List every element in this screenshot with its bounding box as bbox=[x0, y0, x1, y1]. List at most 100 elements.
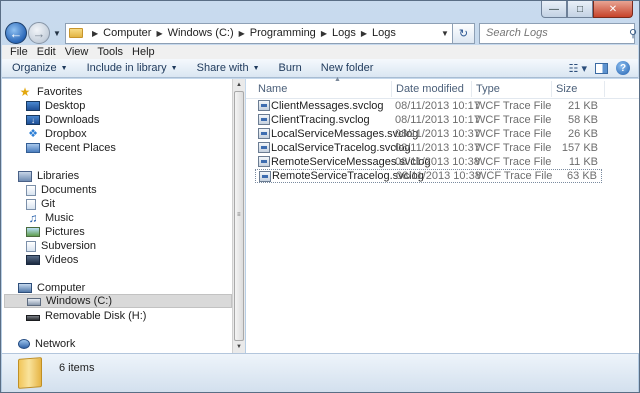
file-row[interactable]: LocalServiceTracelog.svclog 08/11/2013 1… bbox=[255, 141, 602, 155]
folder-icon bbox=[18, 357, 42, 389]
organize-button[interactable]: Organize ▼ bbox=[12, 62, 68, 74]
file-row[interactable]: ClientMessages.svclog 08/11/2013 10:17 W… bbox=[255, 99, 602, 113]
svclog-file-icon bbox=[258, 114, 270, 125]
svclog-file-icon bbox=[258, 128, 270, 139]
scroll-thumb[interactable]: ≡ bbox=[234, 91, 244, 341]
computer-icon bbox=[18, 283, 32, 293]
menu-help[interactable]: Help bbox=[132, 46, 155, 58]
chevron-down-icon: ▼ bbox=[60, 64, 68, 72]
file-size: 11 KB bbox=[568, 156, 598, 168]
refresh-button[interactable]: ↻ bbox=[453, 22, 475, 44]
scroll-up-icon[interactable]: ▲ bbox=[233, 79, 245, 91]
dropbox-icon: ❖ bbox=[28, 128, 38, 140]
close-button[interactable]: ✕ bbox=[593, 1, 633, 18]
preview-pane-icon[interactable] bbox=[595, 62, 608, 74]
nav-scrollbar[interactable]: ▲ ≡ ▼ bbox=[232, 79, 245, 353]
file-date: 08/11/2013 10:38 bbox=[395, 156, 480, 168]
new-folder-button[interactable]: New folder bbox=[321, 62, 374, 74]
share-with-button[interactable]: Share with ▼ bbox=[197, 62, 260, 74]
column-date-modified[interactable]: Date modified bbox=[396, 83, 464, 95]
search-input[interactable] bbox=[486, 27, 629, 39]
file-type: WCF Trace File bbox=[475, 156, 552, 168]
libraries-icon bbox=[18, 170, 32, 182]
search-box[interactable]: ⚲ bbox=[479, 22, 637, 44]
recent-pages-dropdown[interactable]: ▼ bbox=[51, 29, 63, 38]
file-size: 63 KB bbox=[567, 170, 597, 182]
column-size[interactable]: Size bbox=[556, 83, 577, 95]
nav-computer[interactable]: Computer bbox=[18, 281, 246, 295]
breadcrumb-programming[interactable]: Programming bbox=[250, 27, 316, 39]
file-row-focused[interactable]: RemoteServiceTracelog.svclog 08/11/2013 … bbox=[255, 169, 602, 183]
address-bar[interactable]: ▶ Computer ▶ Windows (C:) ▶ Programming … bbox=[65, 22, 453, 44]
downloads-icon: ↓ bbox=[26, 115, 40, 125]
burn-button[interactable]: Burn bbox=[279, 62, 302, 74]
file-row[interactable]: RemoteServiceMessages.svclog 08/11/2013 … bbox=[255, 155, 602, 169]
nav-music[interactable]: ♫ Music bbox=[26, 211, 254, 225]
column-divider[interactable] bbox=[391, 81, 392, 97]
address-dropdown-icon[interactable]: ▼ bbox=[438, 29, 452, 38]
minimize-button[interactable]: — bbox=[541, 1, 567, 18]
breadcrumb-logs[interactable]: Logs bbox=[332, 27, 356, 39]
nav-recent-places[interactable]: Recent Places bbox=[26, 141, 254, 155]
nav-libraries[interactable]: Libraries bbox=[18, 169, 246, 183]
breadcrumb-windows-c[interactable]: Windows (C:) bbox=[168, 27, 234, 39]
chevron-right-icon[interactable]: ▶ bbox=[156, 29, 162, 38]
file-row[interactable]: ClientTracing.svclog 08/11/2013 10:17 WC… bbox=[255, 113, 602, 127]
nav-pictures[interactable]: Pictures bbox=[26, 225, 254, 239]
menu-tools[interactable]: Tools bbox=[97, 46, 123, 58]
chevron-right-icon[interactable]: ▶ bbox=[361, 29, 367, 38]
file-type: WCF Trace File bbox=[475, 114, 552, 126]
svclog-file-icon bbox=[258, 100, 270, 111]
include-in-library-button[interactable]: Include in library ▼ bbox=[87, 62, 178, 74]
column-divider[interactable] bbox=[471, 81, 472, 97]
help-icon[interactable]: ? bbox=[616, 61, 630, 75]
chevron-right-icon[interactable]: ▶ bbox=[321, 29, 327, 38]
nav-subversion[interactable]: Subversion bbox=[26, 239, 254, 253]
nav-favorites[interactable]: ★ Favorites bbox=[18, 85, 246, 99]
nav-videos[interactable]: Videos bbox=[26, 253, 254, 267]
recent-places-icon bbox=[26, 143, 40, 153]
maximize-button[interactable]: □ bbox=[567, 1, 593, 18]
git-library-icon bbox=[26, 198, 36, 210]
search-icon[interactable]: ⚲ bbox=[629, 27, 637, 40]
videos-icon bbox=[26, 255, 40, 265]
column-type[interactable]: Type bbox=[476, 83, 500, 95]
hard-drive-icon bbox=[27, 298, 41, 306]
nav-dropbox[interactable]: ❖ Dropbox bbox=[26, 127, 254, 141]
breadcrumb-computer[interactable]: Computer bbox=[103, 27, 151, 39]
back-button[interactable]: ← bbox=[5, 22, 27, 44]
menu-view[interactable]: View bbox=[65, 46, 89, 58]
nav-git[interactable]: Git bbox=[26, 197, 254, 211]
chevron-right-icon[interactable]: ▶ bbox=[92, 29, 98, 38]
column-headers: ▲ Name Date modified Type Size bbox=[246, 76, 639, 99]
nav-documents[interactable]: Documents bbox=[26, 183, 254, 197]
scroll-down-icon[interactable]: ▼ bbox=[233, 341, 245, 353]
column-name[interactable]: Name bbox=[258, 83, 287, 95]
chevron-right-icon[interactable]: ▶ bbox=[239, 29, 245, 38]
column-divider[interactable] bbox=[604, 81, 605, 97]
chevron-down-icon: ▼ bbox=[252, 64, 260, 72]
view-options-icon[interactable]: ☷ ▾ bbox=[569, 62, 587, 75]
file-date: 08/11/2013 10:37 bbox=[395, 142, 480, 154]
file-date: 08/11/2013 10:38 bbox=[396, 170, 481, 182]
refresh-icon: ↻ bbox=[458, 27, 469, 40]
file-list: ▲ Name Date modified Type Size ClientMes… bbox=[246, 76, 639, 353]
svclog-file-icon bbox=[258, 156, 270, 167]
network-icon bbox=[18, 339, 30, 349]
nav-network[interactable]: Network bbox=[18, 337, 246, 351]
nav-windows-c[interactable]: Windows (C:) bbox=[4, 294, 232, 308]
file-row[interactable]: LocalServiceMessages.svclog 08/11/2013 1… bbox=[255, 127, 602, 141]
subversion-library-icon bbox=[26, 240, 36, 252]
nav-removable-disk[interactable]: Removable Disk (H:) bbox=[26, 309, 254, 323]
forward-button[interactable]: → bbox=[28, 22, 50, 44]
nav-downloads[interactable]: ↓ Downloads bbox=[26, 113, 254, 127]
nav-desktop[interactable]: Desktop bbox=[26, 99, 254, 113]
documents-icon bbox=[26, 184, 36, 196]
column-divider[interactable] bbox=[551, 81, 552, 97]
removable-disk-icon bbox=[26, 314, 40, 321]
menu-edit[interactable]: Edit bbox=[37, 46, 56, 58]
file-type: WCF Trace File bbox=[476, 170, 553, 182]
svclog-file-icon bbox=[259, 171, 271, 182]
breadcrumb-logs-current[interactable]: Logs bbox=[372, 27, 396, 39]
menu-file[interactable]: File bbox=[10, 46, 28, 58]
